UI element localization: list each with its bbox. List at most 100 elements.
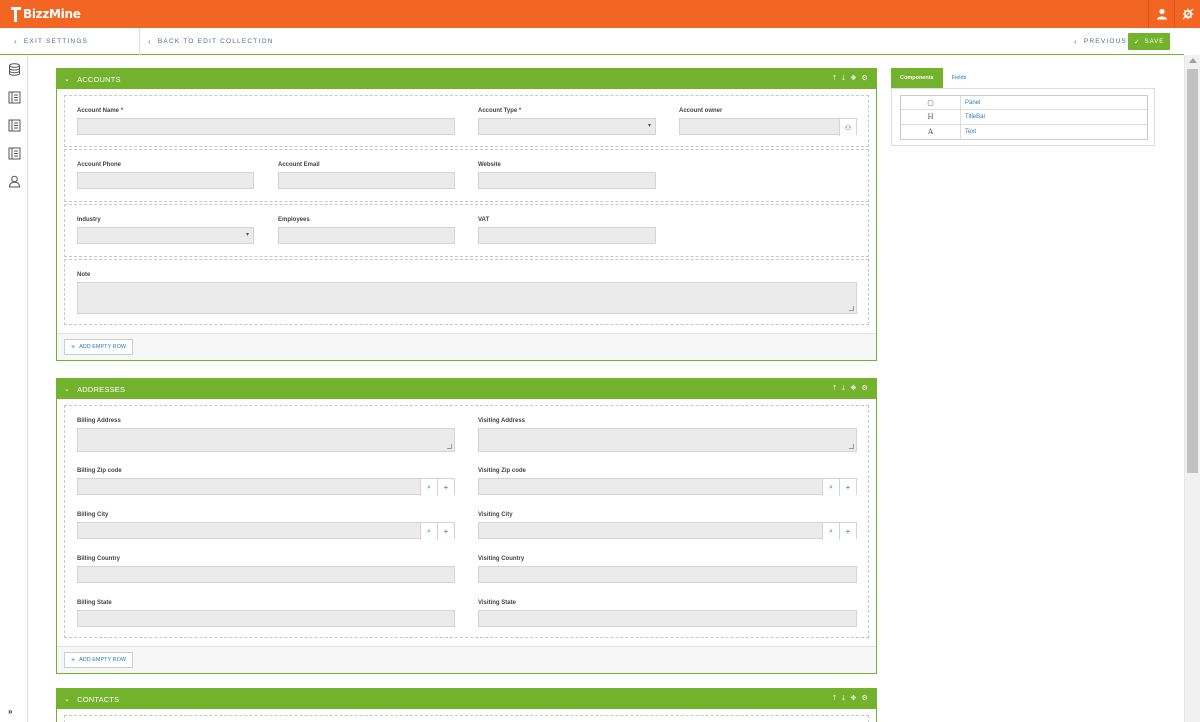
field-label: Billing Zip code (77, 468, 122, 474)
billing-city-field: Billing City ⌕ + (77, 512, 455, 540)
addresses-panel-footer: + ADD EMPTY ROW (57, 647, 876, 673)
settings-button[interactable] (1174, 0, 1200, 28)
sidebar-item-database[interactable] (0, 55, 28, 83)
billing-zip-input[interactable]: ⌕ + (77, 478, 455, 496)
add-icon[interactable]: + (437, 479, 454, 496)
accounts-panel-header[interactable]: ⌄ ACCOUNTS 🡑 🡓 ✥ ⚙ (57, 69, 876, 89)
add-row-label: ADD EMPTY ROW (79, 344, 127, 350)
move-up-icon[interactable]: 🡑 (833, 384, 837, 395)
chevron-down-icon[interactable]: ⌄ (64, 695, 70, 703)
field-label: Visiting Zip code (478, 468, 526, 474)
field-label: Visiting Address (478, 418, 526, 424)
add-icon[interactable]: + (839, 523, 856, 540)
panel-title: CONTACTS (77, 694, 120, 704)
visiting-country-input[interactable] (478, 566, 857, 583)
accounts-panel-body: Account Name * Account Type * Account ow… (57, 89, 876, 334)
sidebar-item-users[interactable] (0, 167, 28, 195)
search-icon[interactable]: ⌕ (420, 523, 437, 540)
database-icon (8, 62, 20, 76)
expand-sidebar-button[interactable]: » (8, 707, 12, 716)
industry-select[interactable] (77, 227, 254, 244)
field-label: Billing City (77, 512, 109, 518)
account-type-select[interactable] (478, 118, 656, 135)
list-icon (8, 91, 20, 103)
component-item-panel[interactable]: ▢ Panel (901, 96, 1147, 111)
logo-text: BizzMine (23, 7, 81, 21)
move-icon[interactable]: ✥ (850, 384, 856, 395)
gear-icon[interactable]: ⚙ (862, 694, 868, 705)
addresses-panel-header[interactable]: ⌄ ADDRESSES 🡑 🡓 ✥ ⚙ (57, 379, 876, 399)
chevron-down-icon[interactable]: ⌄ (64, 75, 70, 83)
accounts-panel-footer: + ADD EMPTY ROW (57, 334, 876, 360)
back-to-edit-collection-link[interactable]: ‹ BACK TO EDIT COLLECTION (148, 28, 274, 55)
note-textarea[interactable] (77, 282, 857, 314)
billing-city-input[interactable]: ⌕ + (77, 522, 455, 540)
gear-icon[interactable]: ⚙ (862, 74, 868, 85)
account-email-field: Account Email (278, 162, 455, 189)
contacts-panel-header[interactable]: ⌄ CONTACTS 🡑 🡓 ✥ ⚙ (57, 689, 876, 709)
move-down-icon[interactable]: 🡓 (842, 694, 846, 705)
move-down-icon[interactable]: 🡓 (842, 74, 846, 85)
panel-title: ACCOUNTS (77, 74, 121, 84)
tab-fields[interactable]: Fields (943, 68, 976, 88)
sidebar-item-list-1[interactable] (0, 83, 28, 111)
list-icon (8, 119, 20, 131)
vat-input[interactable] (478, 227, 656, 244)
visiting-address-field: Visiting Address (478, 418, 857, 452)
visiting-address-textarea[interactable] (478, 428, 857, 452)
add-icon[interactable]: + (839, 479, 856, 496)
field-label: VAT (478, 217, 490, 223)
user-icon (8, 175, 20, 187)
sidebar-item-list-3[interactable] (0, 139, 28, 167)
move-icon[interactable]: ✥ (850, 74, 856, 85)
bizzmine-logo[interactable]: BizzMine (10, 5, 81, 23)
website-input[interactable] (478, 172, 656, 189)
employees-input[interactable] (278, 227, 455, 244)
add-empty-row-button[interactable]: + ADD EMPTY ROW (64, 339, 134, 355)
account-name-input[interactable] (77, 118, 455, 135)
account-phone-input[interactable] (77, 172, 254, 189)
top-bar: BizzMine (0, 0, 1200, 28)
visiting-state-field: Visiting State (478, 600, 857, 627)
account-owner-input[interactable]: ⚇ (679, 118, 857, 136)
gear-icon[interactable]: ⚙ (862, 384, 868, 395)
tab-components[interactable]: Components (891, 68, 943, 88)
add-empty-row-button[interactable]: + ADD EMPTY ROW (64, 652, 134, 668)
search-icon[interactable]: ⌕ (822, 523, 839, 540)
billing-address-field: Billing Address (77, 418, 455, 452)
search-icon[interactable]: ⌕ (420, 479, 437, 496)
billing-country-input[interactable] (77, 566, 455, 583)
scrollbar-thumb[interactable] (1187, 69, 1198, 473)
exit-settings-link[interactable]: ‹ EXIT SETTINGS (14, 28, 88, 55)
move-up-icon[interactable]: 🡑 (833, 74, 837, 85)
previous-link[interactable]: ‹ PREVIOUS (1074, 28, 1127, 55)
visiting-zip-input[interactable]: ⌕ + (478, 478, 857, 496)
save-label: SAVE (1144, 38, 1165, 45)
search-icon[interactable]: ⌕ (822, 479, 839, 496)
vertical-scrollbar[interactable] (1184, 55, 1200, 722)
save-button[interactable]: ✓ SAVE (1128, 33, 1170, 50)
field-label: Employees (278, 217, 310, 223)
visiting-state-input[interactable] (478, 610, 857, 627)
billing-address-textarea[interactable] (77, 428, 455, 452)
field-label: Industry (77, 217, 101, 223)
account-email-input[interactable] (278, 172, 455, 189)
accounts-panel: ⌄ ACCOUNTS 🡑 🡓 ✥ ⚙ Account Name * Accoun… (56, 68, 877, 361)
account-owner-field: Account owner ⚇ (679, 108, 857, 136)
chevron-down-icon[interactable]: ⌄ (64, 385, 70, 393)
sidebar-item-list-2[interactable] (0, 111, 28, 139)
user-profile-button[interactable] (1148, 0, 1174, 28)
component-label: TitleBar (965, 113, 986, 120)
billing-state-input[interactable] (77, 610, 455, 627)
add-icon[interactable]: + (437, 523, 454, 540)
visiting-zip-field: Visiting Zip code ⌕ + (478, 468, 857, 496)
component-item-titlebar[interactable]: H TitleBar (901, 110, 1147, 125)
move-down-icon[interactable]: 🡓 (842, 384, 846, 395)
visiting-city-input[interactable]: ⌕ + (478, 522, 857, 540)
users-lookup-icon[interactable]: ⚇ (839, 119, 856, 136)
move-icon[interactable]: ✥ (850, 694, 856, 705)
scroll-up-arrow-icon[interactable] (1189, 58, 1197, 63)
move-up-icon[interactable]: 🡑 (833, 694, 837, 705)
component-item-text[interactable]: A Text (901, 124, 1147, 139)
field-label: Billing Address (77, 418, 121, 424)
